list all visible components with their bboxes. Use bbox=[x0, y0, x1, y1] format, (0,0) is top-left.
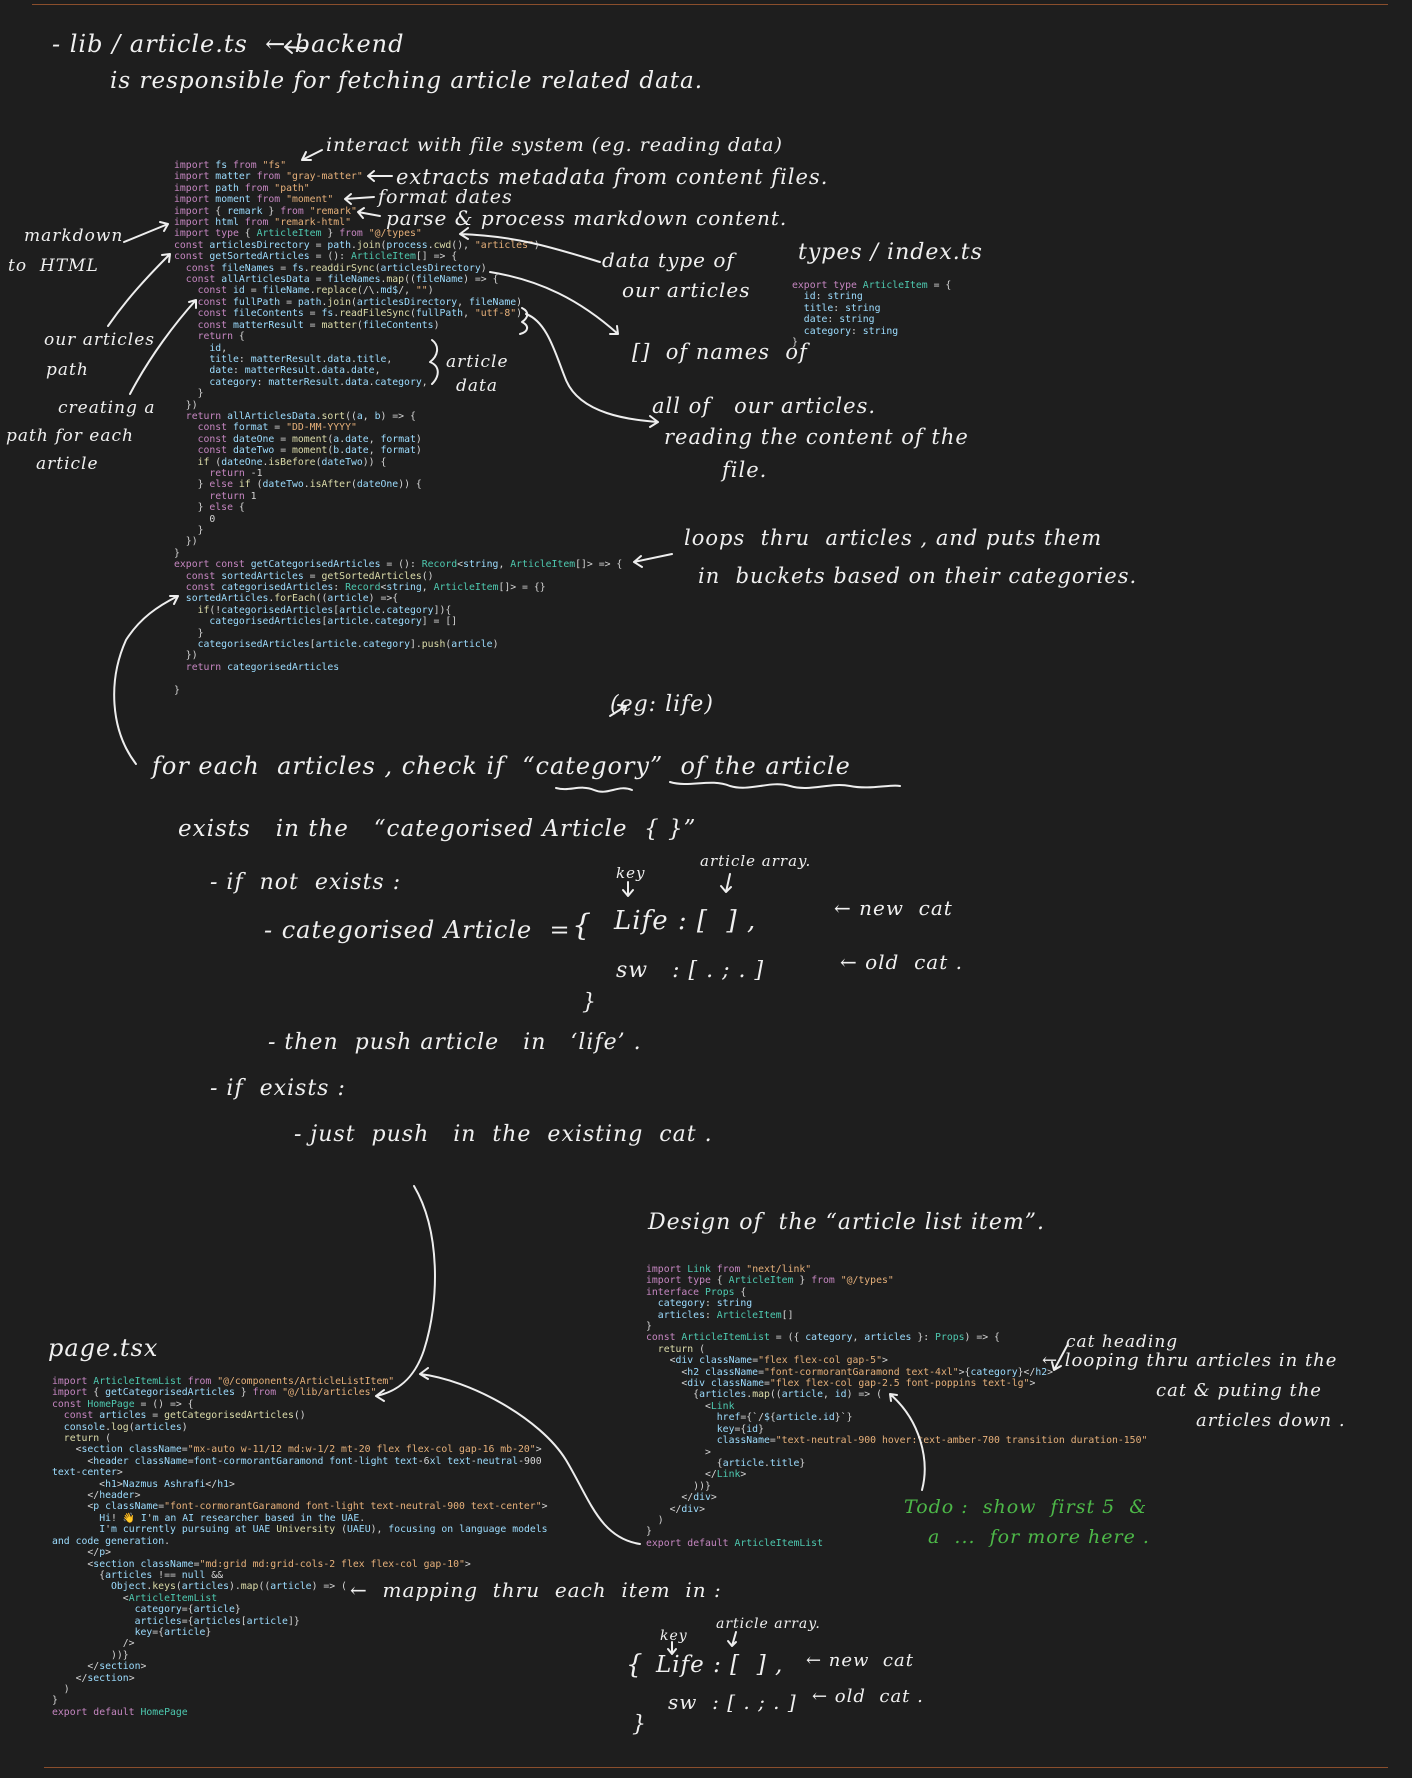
note-todo-more-here: a ... for more here . bbox=[928, 1526, 1150, 1548]
bottom-border bbox=[44, 1767, 1388, 1768]
note-old-cat-2: ← old cat . bbox=[812, 1686, 924, 1707]
note-if-not-exists: - if not exists : bbox=[210, 870, 402, 895]
note-import-moment: format dates bbox=[378, 186, 513, 208]
note-article-array-label: article array. bbox=[700, 852, 812, 870]
note-articles-down: articles down . bbox=[1196, 1410, 1346, 1431]
note-article-data-1: article bbox=[446, 352, 509, 372]
note-responsible-for-fetching: is responsible for fetching article rela… bbox=[110, 68, 704, 94]
note-loops-thru-articles: loops thru articles , and puts them bbox=[684, 526, 1103, 550]
note-lib-article-backend: - lib / article.ts ← backend bbox=[52, 30, 405, 58]
note-cat-and-puting: cat & puting the bbox=[1156, 1380, 1322, 1401]
note-to-html: to HTML bbox=[8, 256, 99, 276]
note-brace-close: } bbox=[582, 990, 597, 1015]
note-for-each-check: for each articles , check if “category” … bbox=[152, 752, 851, 780]
note-file: file. bbox=[722, 458, 768, 482]
note-new-cat-2: ← new cat bbox=[806, 1650, 914, 1671]
note-life-entry-2: Life : [ ] , bbox=[656, 1652, 784, 1678]
note-looping-thru: ← looping thru articles in the bbox=[1042, 1350, 1338, 1371]
note-import-remark: parse & process markdown content. bbox=[386, 206, 788, 230]
note-brace-open: { bbox=[572, 908, 593, 943]
note-then-push: - then push article in ‘life’ . bbox=[268, 1030, 642, 1055]
note-types-index-ts: types / index.ts bbox=[798, 240, 983, 265]
note-all-of-our-articles: all of our articles. bbox=[652, 394, 877, 418]
note-page-tsx: page.tsx bbox=[48, 1334, 159, 1362]
note-design-title: Design of the “article list item”. bbox=[648, 1210, 1045, 1235]
note-markdown: markdown bbox=[24, 226, 124, 246]
note-reading-content: reading the content of the bbox=[664, 425, 969, 449]
note-todo-show-first: Todo : show first 5 & bbox=[904, 1496, 1148, 1518]
code-page-tsx: import ArticleItemList from "@/component… bbox=[52, 1376, 548, 1718]
note-array-of-names: [] of names of bbox=[632, 340, 808, 364]
note-mapping-thru: ← mapping thru each item in : bbox=[350, 1578, 722, 1602]
note-data-type: data type of bbox=[602, 248, 735, 272]
code-article-ts: import fs from "fs" import matter from "… bbox=[174, 160, 623, 696]
note-our-articles: our articles bbox=[622, 278, 751, 302]
note-just-push: - just push in the existing cat . bbox=[294, 1122, 713, 1147]
note-import-fs: interact with file system (eg. reading d… bbox=[326, 134, 783, 156]
note-sw-entry: sw : [ . ; . ] bbox=[616, 958, 765, 983]
note-brace-open-2: { bbox=[626, 1650, 644, 1680]
note-brace-close-2: } bbox=[632, 1712, 647, 1737]
note-old-cat: ← old cat . bbox=[840, 950, 963, 974]
note-life-entry: Life : [ ] , bbox=[614, 906, 757, 936]
top-border bbox=[32, 4, 1388, 5]
note-in-buckets: in buckets based on their categories. bbox=[698, 564, 1138, 588]
note-article: article bbox=[36, 454, 99, 474]
note-path-for-each: path for each bbox=[6, 426, 134, 446]
note-creating-a: creating a bbox=[58, 398, 156, 418]
note-categorised-article-eq: - categorised Article = bbox=[264, 916, 571, 944]
note-eg-life: (eg: life) bbox=[610, 692, 714, 717]
note-path: path bbox=[46, 360, 89, 380]
note-article-array-label-2: article array. bbox=[716, 1616, 821, 1632]
note-key-label: key bbox=[616, 864, 646, 882]
note-article-data-2: data bbox=[456, 376, 498, 396]
note-exists-in-categorised: exists in the “categorised Article { }” bbox=[178, 816, 697, 842]
note-our-articles-path: our articles bbox=[44, 330, 155, 350]
note-cat-heading: cat heading bbox=[1066, 1332, 1179, 1352]
note-sw-entry-2: sw : [ . ; . ] bbox=[668, 1690, 797, 1714]
note-if-exists: - if exists : bbox=[210, 1076, 346, 1101]
code-types-ts: export type ArticleItem = { id: string t… bbox=[792, 280, 952, 349]
note-key-label-2: key bbox=[660, 1628, 688, 1644]
note-new-cat: ← new cat bbox=[834, 896, 953, 920]
